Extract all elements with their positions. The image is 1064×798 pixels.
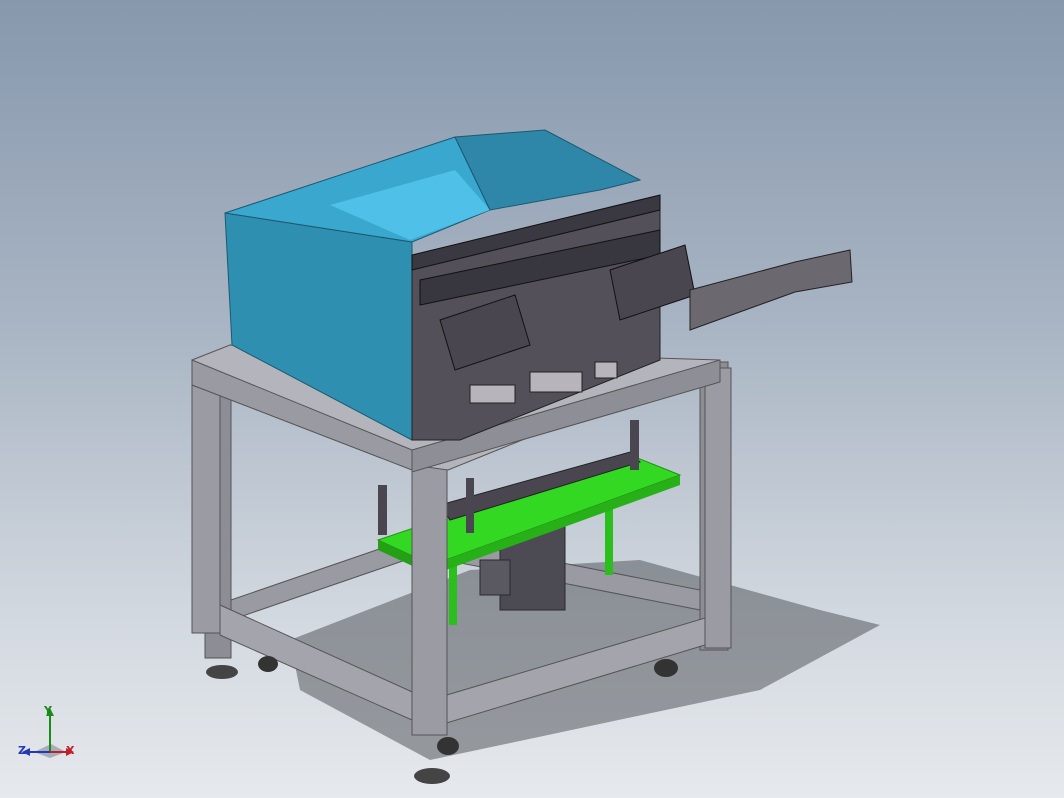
lower-slot-3 — [594, 361, 618, 379]
lower-slot-2 — [529, 371, 583, 393]
guide-post-right — [630, 420, 639, 470]
frame-leg-front-center — [411, 464, 448, 736]
lower-slot-1 — [469, 384, 516, 404]
caster-left — [258, 656, 278, 672]
cad-viewport[interactable]: Y X Z — [0, 0, 1064, 798]
frame-leg-front-left — [191, 367, 221, 634]
guide-post-left — [378, 485, 387, 535]
3d-model-view[interactable] — [0, 0, 1064, 798]
foot-front-center — [414, 768, 450, 784]
triad-y-label: Y — [44, 704, 52, 717]
frame-leg-front-right — [704, 367, 732, 649]
actuator-motor — [479, 559, 511, 596]
discharge-arm — [689, 249, 853, 331]
triad-x-label: X — [66, 744, 75, 757]
triad-z-label: Z — [18, 744, 26, 757]
caster-center — [437, 737, 459, 755]
foot-front-left — [206, 665, 238, 679]
caster-right — [654, 659, 678, 677]
guide-post-center — [466, 478, 474, 533]
